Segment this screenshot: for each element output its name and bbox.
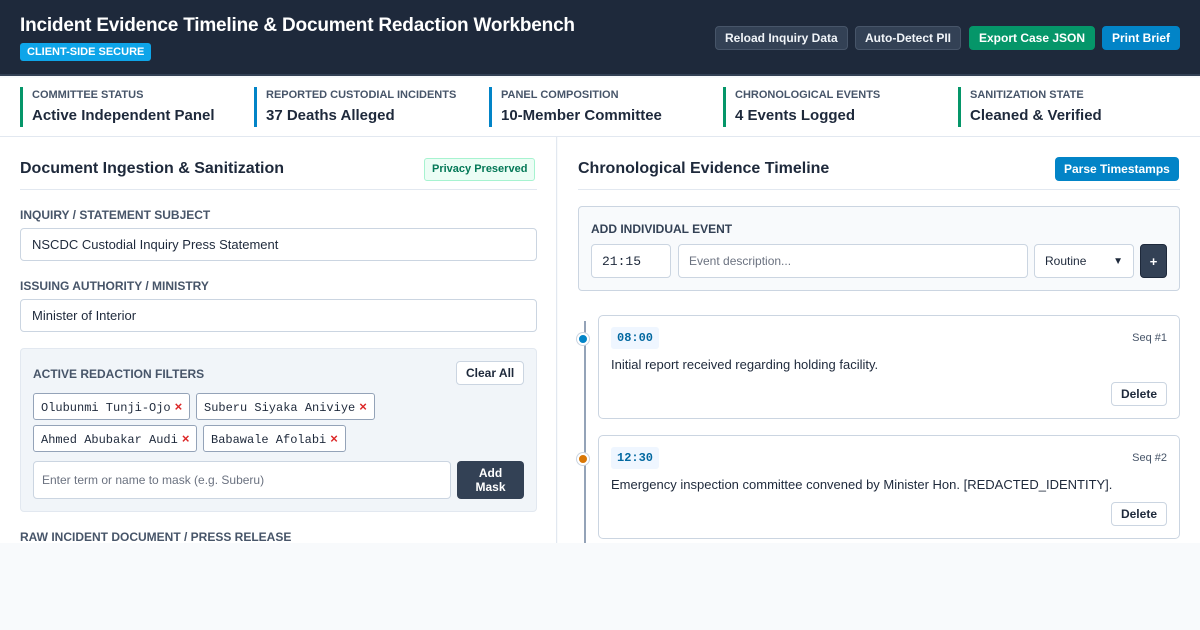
authority-label: ISSUING AUTHORITY / MINISTRY (20, 279, 209, 293)
add-mask-label-2: Mask (475, 480, 506, 494)
timeline-line (584, 321, 586, 543)
stat-label: PANEL COMPOSITION (501, 89, 619, 101)
timeline-dot (577, 453, 589, 465)
panel-divider (578, 189, 1180, 190)
chip-term: Suberu Siyaka Aniviye (204, 401, 356, 415)
delete-event-button[interactable]: Delete (1110, 382, 1167, 406)
stat-value: 4 Events Logged (735, 107, 856, 124)
stat-custodial-incidents: REPORTED CUSTODIAL INCIDENTS 37 Deaths A… (254, 87, 476, 127)
remove-chip-icon[interactable]: × (182, 431, 190, 446)
chip-term: Babawale Afolabi (211, 433, 327, 447)
remove-chip-icon[interactable]: × (175, 399, 183, 414)
stats-bar: COMMITTEE STATUS Active Independent Pane… (0, 78, 1200, 137)
redaction-chip: Ahmed Abubakar Audi × (33, 425, 198, 452)
privacy-preserved-badge: Privacy Preserved (424, 158, 536, 181)
stat-label: SANITIZATION STATE (970, 89, 1084, 101)
redaction-chip: Suberu Siyaka Aniviye × (196, 393, 375, 420)
chip-term: Ahmed Abubakar Audi (41, 433, 178, 447)
stat-committee-status: COMMITTEE STATUS Active Independent Pane… (20, 87, 242, 127)
event-sequence: Seq #1 (1132, 332, 1167, 344)
redaction-chip: Olubunmi Tunji-Ojo × (33, 393, 191, 420)
document-ingestion-panel: Document Ingestion & Sanitization Privac… (0, 137, 557, 543)
print-brief-button[interactable]: Print Brief (1102, 26, 1181, 50)
add-event-title: ADD INDIVIDUAL EVENT (591, 222, 733, 236)
top-header: Incident Evidence Timeline & Document Re… (0, 0, 1200, 76)
event-time-input[interactable] (591, 244, 671, 278)
mask-term-input[interactable] (33, 461, 451, 499)
panel-divider (20, 189, 537, 190)
remove-chip-icon[interactable]: × (359, 399, 367, 414)
stat-label: CHRONOLOGICAL EVENTS (735, 89, 881, 101)
delete-event-button[interactable]: Delete (1110, 502, 1167, 526)
event-description: Initial report received regarding holdin… (611, 357, 879, 372)
stat-value: 10-Member Committee (501, 107, 662, 124)
timeline-event-card: 08:00 Seq #1 Initial report received reg… (598, 315, 1180, 419)
parse-timestamps-button[interactable]: Parse Timestamps (1055, 157, 1179, 181)
chip-term: Olubunmi Tunji-Ojo (41, 401, 171, 415)
chevron-down-icon: ▼ (1113, 255, 1123, 267)
add-mask-button[interactable]: Add Mask (457, 461, 524, 499)
stat-label: COMMITTEE STATUS (32, 89, 144, 101)
stat-value: 37 Deaths Alleged (266, 107, 395, 124)
severity-select[interactable]: Routine ▼ (1034, 244, 1134, 278)
add-event-form: ADD INDIVIDUAL EVENT Routine ▼ + (578, 206, 1180, 291)
add-mask-label-1: Add (478, 466, 503, 480)
app-title: Incident Evidence Timeline & Document Re… (20, 15, 575, 36)
redaction-chip: Babawale Afolabi × (203, 425, 346, 452)
auto-detect-pii-button[interactable]: Auto-Detect PII (855, 26, 962, 50)
evidence-timeline-panel: Chronological Evidence Timeline Parse Ti… (558, 137, 1200, 543)
client-side-secure-badge: CLIENT-SIDE SECURE (20, 43, 152, 61)
event-description-input[interactable] (678, 244, 1028, 278)
authority-input[interactable] (20, 299, 537, 332)
event-time-badge: 12:30 (611, 447, 660, 469)
stat-sanitization-state: SANITIZATION STATE Cleaned & Verified (958, 87, 1180, 127)
panel-title: Document Ingestion & Sanitization (20, 160, 285, 177)
add-event-button[interactable]: + (1140, 244, 1167, 278)
subject-label: INQUIRY / STATEMENT SUBJECT (20, 208, 211, 222)
stat-chronological-events: CHRONOLOGICAL EVENTS 4 Events Logged (723, 87, 945, 127)
stat-label: REPORTED CUSTODIAL INCIDENTS (266, 89, 457, 101)
stat-panel-composition: PANEL COMPOSITION 10-Member Committee (489, 87, 711, 127)
event-time-badge: 08:00 (611, 327, 660, 349)
remove-chip-icon[interactable]: × (330, 431, 338, 446)
timeline-event-card: 12:30 Seq #2 Emergency inspection commit… (598, 435, 1180, 539)
event-sequence: Seq #2 (1132, 452, 1167, 464)
stat-value: Cleaned & Verified (970, 107, 1102, 124)
raw-document-label: RAW INCIDENT DOCUMENT / PRESS RELEASE (20, 530, 292, 543)
clear-all-button[interactable]: Clear All (456, 361, 525, 385)
timeline-dot (577, 333, 589, 345)
panel-title: Chronological Evidence Timeline (578, 160, 830, 177)
export-case-json-button[interactable]: Export Case JSON (969, 26, 1096, 50)
filters-title: ACTIVE REDACTION FILTERS (33, 367, 205, 381)
stat-value: Active Independent Panel (32, 107, 215, 124)
severity-value: Routine (1045, 254, 1087, 268)
event-description: Emergency inspection committee convened … (611, 477, 1113, 492)
subject-input[interactable] (20, 228, 537, 261)
redaction-filters-box: ACTIVE REDACTION FILTERS Clear All Olubu… (20, 348, 537, 512)
reload-inquiry-data-button[interactable]: Reload Inquiry Data (715, 26, 848, 50)
